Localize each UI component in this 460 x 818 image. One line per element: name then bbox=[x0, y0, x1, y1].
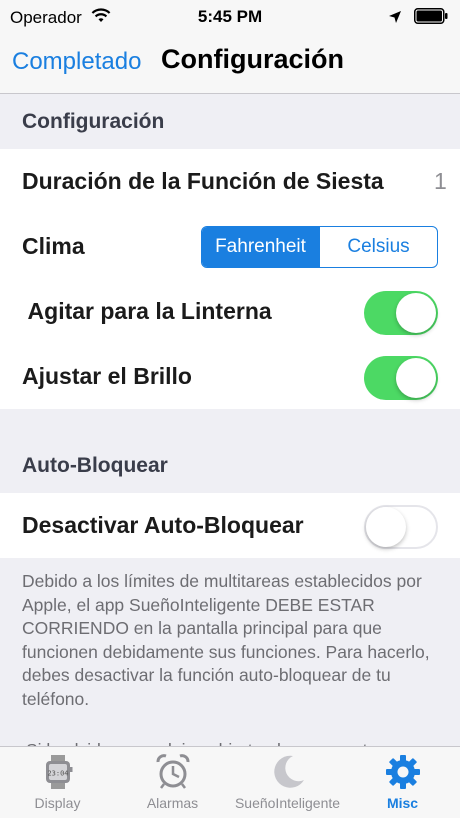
tab-label: Misc bbox=[386, 795, 419, 811]
celsius-segment[interactable]: Celsius bbox=[319, 227, 437, 267]
nap-duration-label: Duración de la Función de Siesta bbox=[22, 168, 384, 194]
settings-content[interactable]: Configuración Duración de la Función de … bbox=[0, 95, 460, 746]
tab-smart-sleep[interactable]: SueñoInteligente bbox=[230, 747, 345, 818]
autolock-explanation-continued: Si lo olvidas y no dejas abierto el app,… bbox=[0, 711, 460, 746]
status-bar: Operador 5:45 PM bbox=[0, 0, 460, 34]
flashlight-toggle[interactable] bbox=[364, 291, 438, 335]
watch-icon: 23:04 bbox=[39, 753, 77, 791]
disable-autolock-row: Desactivar Auto-Bloquear bbox=[0, 493, 460, 558]
tab-label: SueñoInteligente bbox=[234, 795, 341, 811]
climate-row: Clima Fahrenheit Celsius bbox=[0, 214, 460, 279]
battery-icon bbox=[414, 8, 448, 29]
gear-icon bbox=[384, 753, 422, 791]
section-header-autolock: Auto-Bloquear bbox=[22, 454, 168, 477]
location-arrow-icon bbox=[388, 9, 402, 29]
toggle-knob bbox=[366, 507, 406, 547]
disable-autolock-toggle[interactable] bbox=[364, 505, 438, 549]
fahrenheit-segment[interactable]: Fahrenheit bbox=[202, 227, 319, 267]
tab-misc[interactable]: Misc bbox=[345, 747, 460, 818]
nap-duration-value: 1 bbox=[434, 168, 447, 194]
alarm-clock-icon bbox=[154, 753, 192, 791]
brightness-row: Ajustar el Brillo bbox=[0, 344, 460, 409]
toggle-knob bbox=[396, 293, 436, 333]
autolock-group: Desactivar Auto-Bloquear bbox=[0, 493, 460, 558]
done-button[interactable]: Completado bbox=[12, 48, 141, 76]
autolock-explanation: Debido a los límites de multitareas esta… bbox=[22, 571, 430, 709]
status-right bbox=[388, 8, 448, 29]
svg-text:23:04: 23:04 bbox=[47, 770, 68, 778]
tab-bar: 23:04 Display Alarmas SueñoInteligente M… bbox=[0, 746, 460, 818]
moon-icon bbox=[269, 753, 307, 791]
brightness-toggle[interactable] bbox=[364, 356, 438, 400]
tab-alarms[interactable]: Alarmas bbox=[115, 747, 230, 818]
toggle-knob bbox=[396, 358, 436, 398]
climate-segmented-control[interactable]: Fahrenheit Celsius bbox=[201, 226, 438, 268]
page-title: Configuración bbox=[161, 44, 344, 74]
section-header-settings: Configuración bbox=[22, 110, 165, 133]
flashlight-row: Agitar para la Linterna bbox=[0, 279, 460, 344]
tab-label: Alarmas bbox=[146, 795, 199, 811]
tab-label: Display bbox=[34, 795, 81, 811]
nap-duration-row[interactable]: Duración de la Función de Siesta 1 bbox=[0, 149, 460, 214]
tab-display[interactable]: 23:04 Display bbox=[0, 747, 115, 818]
navigation-bar: Completado Configuración bbox=[0, 34, 460, 94]
settings-group: Duración de la Función de Siesta 1 Clima… bbox=[0, 149, 460, 409]
